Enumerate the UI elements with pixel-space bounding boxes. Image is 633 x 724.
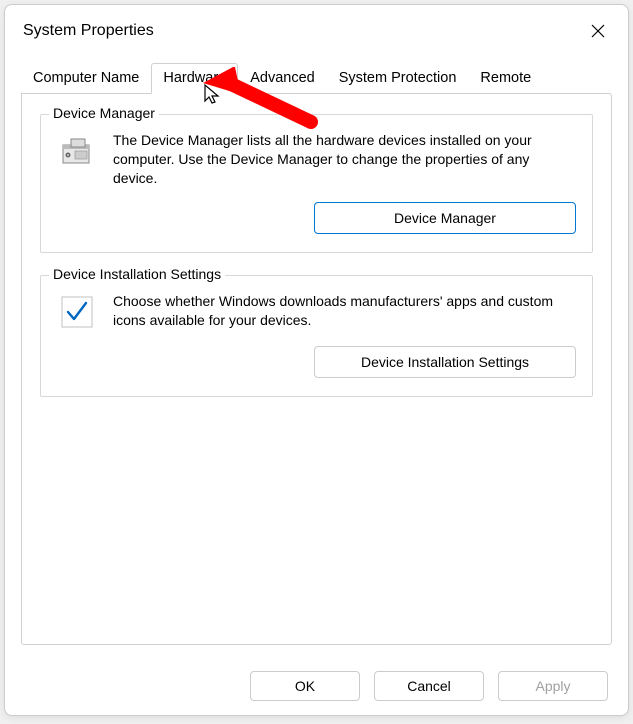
tab-advanced[interactable]: Advanced — [238, 63, 327, 94]
window-title: System Properties — [23, 22, 154, 40]
titlebar: System Properties — [5, 5, 628, 53]
cancel-button[interactable]: Cancel — [374, 671, 484, 701]
close-button[interactable] — [580, 13, 616, 49]
checkmark-box-icon — [57, 292, 97, 332]
device-installation-legend: Device Installation Settings — [49, 266, 225, 282]
dialog-footer: OK Cancel Apply — [250, 671, 608, 701]
device-manager-description: The Device Manager lists all the hardwar… — [113, 131, 576, 188]
ok-button[interactable]: OK — [250, 671, 360, 701]
device-manager-legend: Device Manager — [49, 105, 159, 121]
device-installation-button[interactable]: Device Installation Settings — [314, 346, 576, 378]
tab-content-hardware: Device Manager The Device Manager lists … — [21, 93, 612, 645]
apply-button[interactable]: Apply — [498, 671, 608, 701]
hardware-chip-icon — [57, 131, 97, 171]
tab-system-protection[interactable]: System Protection — [327, 63, 469, 94]
tab-computer-name[interactable]: Computer Name — [21, 63, 151, 94]
tab-strip: Computer Name Hardware Advanced System P… — [5, 63, 628, 94]
device-manager-button[interactable]: Device Manager — [314, 202, 576, 234]
tab-remote[interactable]: Remote — [468, 63, 543, 94]
device-installation-description: Choose whether Windows downloads manufac… — [113, 292, 576, 330]
device-manager-group: Device Manager The Device Manager lists … — [40, 114, 593, 253]
close-icon — [590, 23, 606, 39]
system-properties-window: System Properties Computer Name Hardware… — [4, 4, 629, 716]
tab-hardware[interactable]: Hardware — [151, 63, 238, 94]
device-installation-group: Device Installation Settings Choose whet… — [40, 275, 593, 397]
